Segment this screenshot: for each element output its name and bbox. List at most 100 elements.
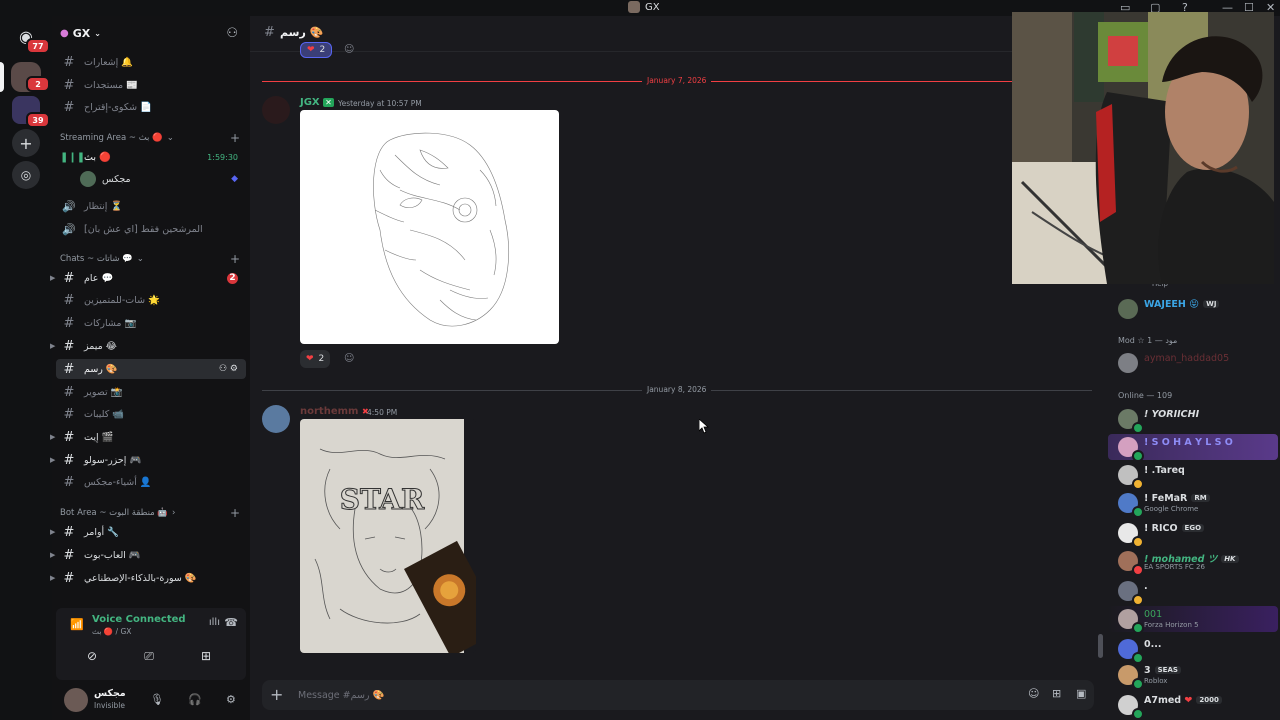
server-avatar-icon xyxy=(628,1,640,13)
voice-channel-waiting[interactable]: 🔊 إنتظار ⏳ xyxy=(56,196,246,216)
user-status: Invisible xyxy=(94,701,125,710)
voice-user[interactable]: مجكس ◆ xyxy=(76,169,246,189)
member-group-mod: Mod ☆ 1 — مود xyxy=(1118,336,1178,345)
category-chats[interactable]: Chats ~ شاتات 💬 ⌄ + xyxy=(60,252,244,266)
message-input[interactable] xyxy=(298,686,898,704)
chevron-icon: ⌄ xyxy=(166,133,174,143)
status-dot xyxy=(1132,422,1144,434)
date-divider: January 7, 2026 xyxy=(642,76,712,85)
add-channel-icon[interactable]: + xyxy=(230,506,240,520)
hash-icon: # xyxy=(63,524,75,540)
scrollbar[interactable] xyxy=(1098,634,1103,658)
member-item[interactable]: ! .Tareq xyxy=(1108,462,1278,490)
hash-icon: # xyxy=(63,99,75,115)
apps-icon[interactable]: ⊞ xyxy=(1052,687,1061,700)
message-timestamp: Yesterday at 10:57 PM xyxy=(338,99,422,108)
channel-bot-games[interactable]: ▶ # العاب-بوت 🎮 xyxy=(50,545,246,565)
add-channel-icon[interactable]: + xyxy=(230,131,240,145)
video-off-icon[interactable]: ⊘ xyxy=(80,646,104,666)
noise-suppression-icon[interactable]: ıllı xyxy=(209,617,220,628)
channel-photography[interactable]: # تصوير 📸 xyxy=(56,382,246,402)
activities-icon[interactable]: ⊞ xyxy=(194,646,218,666)
avatar[interactable] xyxy=(262,96,290,124)
channel-shares[interactable]: # مشاركات 📷 xyxy=(56,313,246,333)
category-bots[interactable]: Bot Area ~ منطقة البوت 🤖 › + xyxy=(60,506,244,520)
chevron-icon: ⌄ xyxy=(136,254,144,264)
headphones-icon[interactable]: 🎧 xyxy=(188,693,202,706)
gift-icon[interactable]: ▣ xyxy=(1076,687,1086,700)
reaction-heart[interactable]: ❤ 2 xyxy=(300,350,331,368)
voice-channel-candidates[interactable]: 🔊 المرشحين فقط [اي عش بان] xyxy=(56,219,246,239)
add-channel-icon[interactable]: + xyxy=(230,252,240,266)
voice-channel-stream[interactable]: ❚❙❚ بث 🔴 1:59:30 xyxy=(56,147,246,167)
channel-premium-chat[interactable]: # شات-للمتميزين 🌟 xyxy=(56,290,246,310)
channel-clips[interactable]: # كليبات 📹 xyxy=(56,404,246,424)
discover-icon[interactable]: ◎ xyxy=(12,161,40,189)
channel-drawing[interactable]: # رسم 🎨 ⚇ ⚙ xyxy=(56,359,246,379)
voice-channel-path[interactable]: بث 🔴 / GX xyxy=(92,627,131,636)
expand-arrow-icon: ▶ xyxy=(50,456,56,464)
channel-guess-solo[interactable]: ▶ # إحزر-سولو 🎮 xyxy=(50,450,246,470)
add-reaction-icon[interactable]: ☺ xyxy=(344,353,354,364)
member-item[interactable]: A7med ❤ 2000 xyxy=(1108,692,1278,720)
channel-memes[interactable]: ▶ # ميمز 😂 xyxy=(50,336,246,356)
member-item[interactable]: ayman_haddad05 xyxy=(1108,350,1278,376)
server-header[interactable]: ● GX ⌄ ⚇ xyxy=(52,24,250,46)
expand-arrow-icon: ▶ xyxy=(50,528,56,536)
message-author[interactable]: northemm ✖ xyxy=(300,406,369,417)
gear-icon[interactable]: ⚙ xyxy=(226,693,236,706)
member-item[interactable]: ! mohamed ツ HK EA SPORTS FC 26 xyxy=(1108,548,1278,576)
discord-window: GX ▭ ▢ ? — ☐ ✕ ◉ 77 2 39 + ◎ ● GX ⌄ ⚇ # إشع… xyxy=(0,0,1280,720)
hash-icon: # xyxy=(63,270,75,286)
chevron-right-icon: › xyxy=(172,508,176,518)
channel-updates[interactable]: # مستجدات 📰 xyxy=(56,75,246,95)
channel-majkas-stuff[interactable]: # أشياء-مجكس 👤 xyxy=(56,472,246,492)
channel-ai-image[interactable]: ▶ # سورة-بالذكاء-الإصطناعي 🎨 xyxy=(50,568,246,588)
server-name: GX xyxy=(72,27,91,40)
voice-connected-panel: 📶 Voice Connected بث 🔴 / GX ıllı ☎ ⊘ ⎚ ⊞ xyxy=(56,608,246,680)
hash-icon: # xyxy=(264,25,275,40)
home-badge: 77 xyxy=(26,38,50,54)
add-attachment-icon[interactable]: + xyxy=(270,685,283,704)
screen-share-icon[interactable]: ⎚ xyxy=(137,646,161,666)
server-badge-1: 2 xyxy=(26,76,50,92)
member-item[interactable]: ! S O H A Y L S O xyxy=(1108,434,1278,462)
member-item[interactable]: ! RICO EGO xyxy=(1108,520,1278,548)
status-dot xyxy=(1132,506,1144,518)
drawing-image-1[interactable] xyxy=(300,110,559,344)
emoji-icon[interactable]: ☺ xyxy=(1028,687,1039,700)
channel-edits[interactable]: ▶ # إيت 🎬 xyxy=(50,427,246,447)
webcam-feed xyxy=(1012,12,1274,284)
avatar[interactable] xyxy=(262,405,290,433)
expand-arrow-icon: ▶ xyxy=(50,551,56,559)
expand-arrow-icon: ▶ xyxy=(50,342,56,350)
reaction-top[interactable]: ❤ 2 xyxy=(300,42,333,58)
member-item[interactable]: . xyxy=(1108,578,1278,606)
disconnect-icon[interactable]: ☎ xyxy=(224,616,238,629)
sketch-drawing xyxy=(373,132,509,327)
add-reaction-icon[interactable]: ☺ xyxy=(344,44,354,55)
channel-notifications[interactable]: # إشعارات 🔔 xyxy=(56,52,246,72)
message-author[interactable]: JGX ✕ xyxy=(300,97,334,108)
expand-arrow-icon: ▶ xyxy=(50,574,56,582)
status-dot xyxy=(1132,622,1144,634)
member-item[interactable]: ! YORIICHI xyxy=(1108,406,1278,434)
channel-general[interactable]: ▶ # عام 💬 2 xyxy=(50,268,246,288)
drawing-image-2[interactable]: STAR xyxy=(300,419,476,653)
settings-icon[interactable]: ⚇ ⚙ xyxy=(219,364,238,374)
microphone-icon[interactable]: 🎙 xyxy=(150,693,164,706)
avatar[interactable] xyxy=(64,688,88,712)
category-streaming[interactable]: Streaming Area ~ بث 🔴 ⌄ + xyxy=(60,131,244,145)
member-item[interactable]: 0... xyxy=(1108,636,1278,664)
channel-commands[interactable]: ▶ # أوامر 🔧 xyxy=(50,522,246,542)
screen-share-icon: ◆ xyxy=(231,174,238,184)
add-server-icon[interactable]: + xyxy=(12,129,40,157)
member-item[interactable]: WAJEEH 😝 WJ xyxy=(1108,296,1278,322)
expand-arrow-icon: ▶ xyxy=(50,274,56,282)
member-item[interactable]: 3 SEAS Roblox xyxy=(1108,662,1278,690)
status-dot xyxy=(1132,678,1144,690)
member-item[interactable]: 001 Forza Horizon 5 xyxy=(1108,606,1278,634)
add-member-icon[interactable]: ⚇ xyxy=(226,26,238,41)
channel-suggestions[interactable]: # شكوى-إقتراح 📄 xyxy=(56,97,246,117)
member-item[interactable]: ! FeMaR RM Google Chrome xyxy=(1108,490,1278,518)
